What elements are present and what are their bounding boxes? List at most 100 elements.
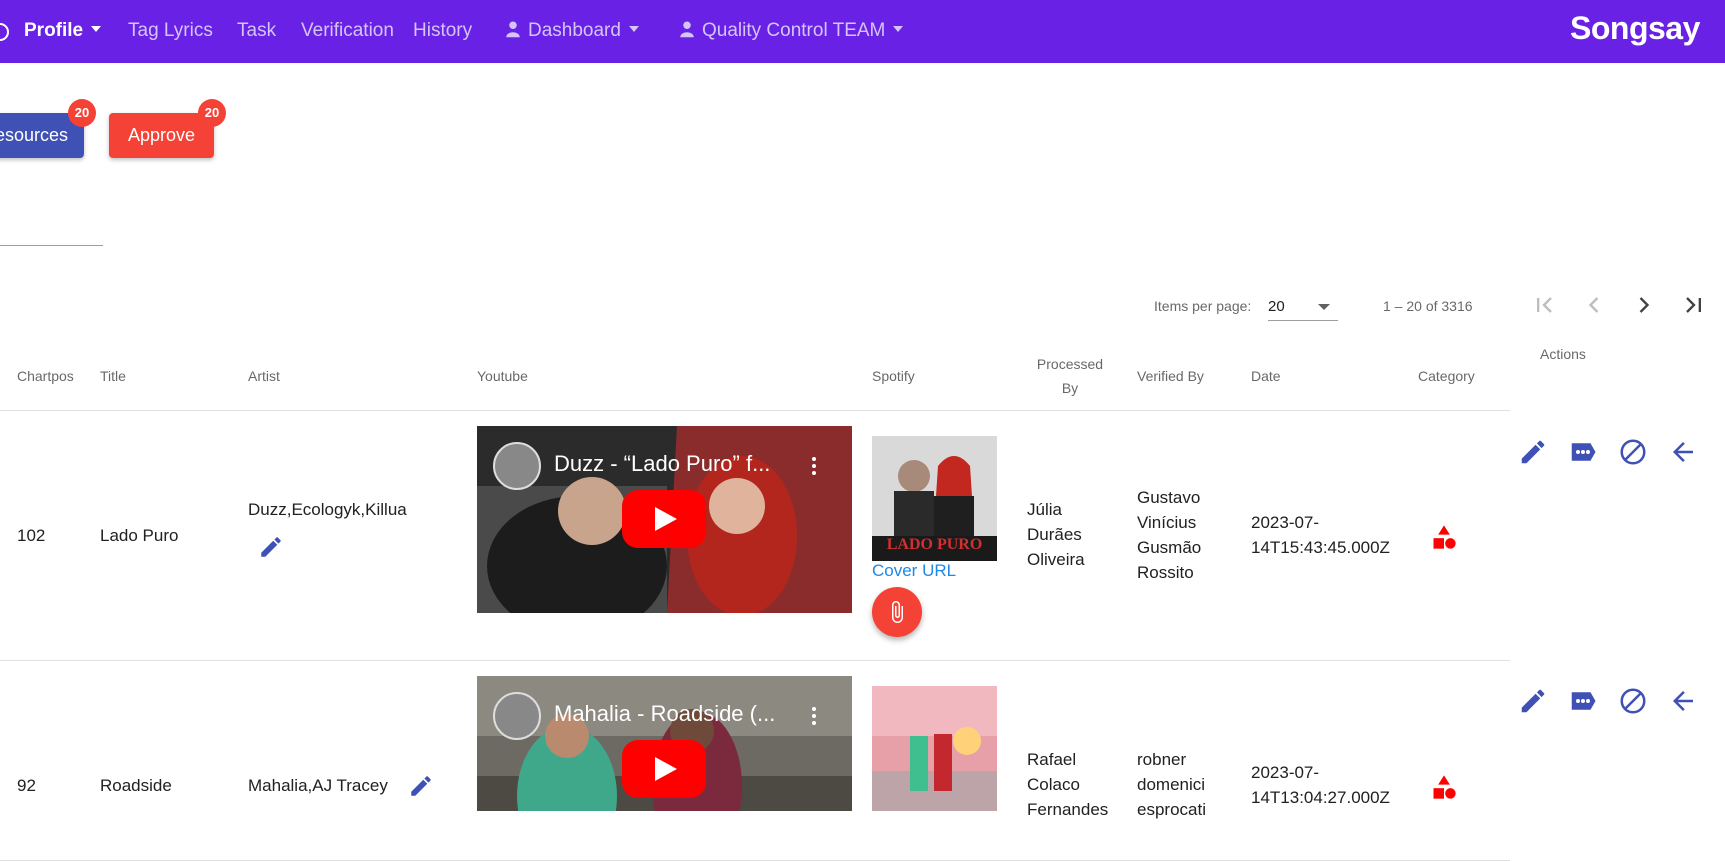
- header-chartpos[interactable]: Chartpos: [17, 364, 74, 388]
- nav-dashboard-menu[interactable]: Dashboard: [504, 19, 639, 43]
- person-icon: [506, 21, 520, 38]
- paperclip-icon: [892, 601, 903, 623]
- processed-by-line: Rafael: [1027, 750, 1077, 769]
- paginator: Items per page: 20 1 – 20 of 3316: [0, 285, 1725, 325]
- youtube-video-embed[interactable]: Duzz - “Lado Puro” f...: [477, 426, 852, 613]
- approve-button[interactable]: Approve 20: [109, 99, 226, 158]
- youtube-video-embed[interactable]: Mahalia - Roadside (...: [477, 676, 852, 811]
- edit-icon[interactable]: [1518, 686, 1548, 716]
- header-processed-by-line2: By: [1061, 380, 1079, 396]
- cell-title: Roadside: [100, 776, 172, 795]
- header-youtube[interactable]: Youtube: [477, 364, 528, 388]
- verified-by-line: Gustavo: [1137, 488, 1201, 507]
- profile-avatar-icon[interactable]: [0, 23, 9, 41]
- date-line: 2023-07-: [1251, 513, 1320, 532]
- channel-avatar[interactable]: [493, 442, 541, 490]
- header-category[interactable]: Category: [1418, 364, 1475, 388]
- songsay-logo[interactable]: Songsay: [1570, 10, 1700, 47]
- top-navbar: Profile Tag Lyrics Task Verification His…: [0, 0, 1725, 63]
- arrow-back-icon[interactable]: [1668, 686, 1698, 716]
- chevron-down-icon: [628, 26, 639, 33]
- nav-team-menu[interactable]: Quality Control TEAM: [678, 19, 904, 43]
- chevron-down-icon: [91, 26, 102, 33]
- block-icon[interactable]: [1618, 437, 1648, 467]
- edit-artist-icon[interactable]: [408, 773, 434, 799]
- date-line: 2023-07-: [1251, 763, 1320, 782]
- date-line: 14T13:04:27.000Z: [1251, 788, 1390, 807]
- cover-art: [872, 686, 997, 811]
- cell-date: 2023-07- 14T15:43:45.000Z: [1251, 510, 1390, 560]
- verified-by-line: Vinícius: [1137, 513, 1197, 532]
- more-vert-icon[interactable]: [812, 706, 816, 726]
- resources-count-badge: 20: [68, 99, 96, 127]
- more-vert-icon[interactable]: [812, 456, 816, 476]
- table-row: 102 Lado Puro Duzz,Ecologyk,Killua Duzz …: [0, 411, 1510, 661]
- search-input[interactable]: [0, 245, 103, 246]
- processed-by-line: Colaco: [1027, 775, 1080, 794]
- table-header: Chartpos Title Artist Youtube Spotify Pr…: [0, 340, 1510, 411]
- resources-button[interactable]: esources 20: [0, 99, 96, 158]
- chevron-down-icon: [893, 26, 904, 33]
- table-row: 92 Roadside Mahalia,AJ Tracey Mahalia - …: [0, 661, 1510, 861]
- nav-profile-label: Profile: [24, 20, 84, 41]
- arrow-back-icon[interactable]: [1668, 437, 1698, 467]
- header-processed-by-line1: Processed: [1036, 356, 1104, 372]
- nav-profile-menu[interactable]: Profile: [24, 19, 102, 43]
- cell-verified-by: Gustavo Vinícius Gusmão Rossito: [1137, 485, 1201, 585]
- attach-button[interactable]: [872, 587, 922, 637]
- video-title[interactable]: Mahalia - Roadside (...: [554, 701, 775, 727]
- nav-task[interactable]: Task: [237, 19, 276, 43]
- dropdown-arrow-icon: [1318, 304, 1330, 310]
- category-shapes-icon: [1433, 775, 1456, 799]
- label-more-icon[interactable]: [1568, 686, 1598, 716]
- edit-icon[interactable]: [1518, 437, 1548, 467]
- nav-tag-lyrics[interactable]: Tag Lyrics: [128, 19, 213, 43]
- cell-date: 2023-07- 14T13:04:27.000Z: [1251, 760, 1390, 810]
- header-verified-by[interactable]: Verified By: [1137, 364, 1204, 388]
- processed-by-line: Júlia: [1027, 500, 1062, 519]
- cell-artist: Mahalia,AJ Tracey: [248, 776, 388, 795]
- video-title[interactable]: Duzz - “Lado Puro” f...: [554, 451, 770, 477]
- nav-history[interactable]: History: [413, 19, 472, 43]
- last-page-icon[interactable]: [1680, 291, 1708, 319]
- verified-by-line: domenici: [1137, 775, 1206, 794]
- youtube-play-icon[interactable]: [622, 740, 706, 798]
- header-actions: Actions: [1540, 346, 1586, 362]
- header-artist[interactable]: Artist: [248, 364, 280, 388]
- cell-title: Lado Puro: [100, 526, 179, 545]
- cover-image: LADO PURO: [872, 436, 997, 561]
- category-shapes-icon: [1433, 525, 1456, 549]
- header-processed-by[interactable]: Processed By: [1030, 352, 1110, 400]
- previous-page-icon[interactable]: [1580, 291, 1608, 319]
- date-line: 14T15:43:45.000Z: [1251, 538, 1390, 557]
- youtube-play-icon[interactable]: [622, 490, 706, 548]
- items-per-page-label: Items per page:: [1154, 298, 1252, 314]
- cell-artist: Duzz,Ecologyk,Killua: [248, 500, 407, 519]
- header-date[interactable]: Date: [1251, 364, 1281, 388]
- verified-by-line: esprocati: [1137, 800, 1206, 819]
- cover-url-link[interactable]: Cover URL: [872, 561, 956, 581]
- nav-team-label: Quality Control TEAM: [702, 20, 886, 41]
- cover-art-text: LADO PURO: [886, 536, 983, 553]
- edit-artist-icon[interactable]: [258, 534, 284, 560]
- cover-image: [872, 686, 997, 811]
- processed-by-line: Durães: [1027, 525, 1082, 544]
- page-size-value: 20: [1268, 298, 1285, 315]
- page-range-label: 1 – 20 of 3316: [1383, 298, 1473, 314]
- page-size-select[interactable]: 20: [1268, 289, 1338, 321]
- verified-by-line: Gusmão: [1137, 538, 1202, 557]
- label-more-icon[interactable]: [1568, 437, 1598, 467]
- block-icon[interactable]: [1618, 686, 1648, 716]
- next-page-icon[interactable]: [1630, 291, 1658, 319]
- processed-by-line: Fernandes: [1027, 800, 1109, 819]
- header-title[interactable]: Title: [100, 364, 126, 388]
- cell-processed-by: Júlia Durães Oliveira: [1027, 497, 1085, 572]
- nav-verification[interactable]: Verification: [301, 19, 394, 43]
- channel-avatar[interactable]: [493, 692, 541, 740]
- cell-chartpos: 102: [17, 526, 46, 545]
- nav-dashboard-label: Dashboard: [528, 20, 621, 41]
- resources-button-label: esources: [0, 125, 68, 145]
- verified-by-line: robner: [1137, 750, 1187, 769]
- first-page-icon[interactable]: [1530, 291, 1558, 319]
- header-spotify[interactable]: Spotify: [872, 364, 915, 388]
